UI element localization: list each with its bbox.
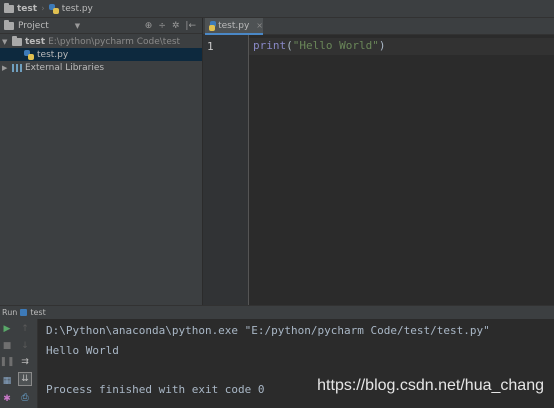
project-panel-header: Project ▼ ⊕ ÷ ✲ |← [0, 18, 202, 34]
stop-icon[interactable]: ■ [0, 339, 14, 353]
breadcrumb-file-label: test.py [61, 3, 93, 14]
project-toolbar: ⊕ ÷ ✲ |← [145, 21, 202, 31]
python-file-icon [209, 20, 217, 31]
tab-label: test.py [218, 20, 250, 31]
breadcrumb-separator: › [41, 3, 45, 14]
python-file-icon [48, 3, 59, 14]
project-panel: Project ▼ ⊕ ÷ ✲ |← ▼ test E:\python\pych… [0, 18, 203, 305]
code-paren-open: ( [286, 39, 293, 52]
tree-item-test[interactable]: ▼ test E:\python\pycharm Code\test [0, 35, 202, 48]
run-config-name[interactable]: test [30, 308, 45, 317]
soft-wrap-icon[interactable]: ⇉ [18, 355, 32, 369]
debug-icon[interactable]: ✱ [0, 392, 14, 406]
up-arrow-icon[interactable]: ↑ [18, 322, 32, 336]
project-view-icon [4, 19, 14, 30]
hide-icon[interactable]: |← [185, 21, 196, 31]
code-line[interactable]: print("Hello World") [253, 39, 385, 52]
library-icon [12, 63, 22, 72]
folder-icon [12, 35, 22, 46]
python-file-icon [24, 49, 34, 60]
console-command-line: D:\Python\anaconda\python.exe "E:/python… [46, 324, 490, 337]
close-icon[interactable]: × [256, 21, 263, 30]
console-output-line: Hello World [46, 344, 119, 357]
run-console[interactable]: D:\Python\anaconda\python.exe "E:/python… [38, 319, 554, 408]
python-run-config-icon [20, 309, 28, 316]
tab-test-py[interactable]: test.py × [205, 18, 263, 35]
code-function: print [253, 39, 287, 52]
down-arrow-icon[interactable]: ↓ [18, 339, 32, 353]
pause-icon[interactable]: ❚❚ [0, 355, 15, 369]
tree-item-test-py[interactable]: test.py [0, 48, 202, 61]
watermark: https://blog.csdn.net/hua_chang [317, 377, 544, 394]
scroll-to-end-icon[interactable]: ⇊ [18, 372, 32, 386]
breadcrumb-project-label: test [17, 3, 38, 14]
chevron-down-icon[interactable]: ▼ [75, 22, 80, 30]
tree-item-label: External Libraries [25, 62, 105, 73]
gear-icon[interactable]: ✲ [172, 21, 180, 31]
navigation-bar: test › test.py [0, 0, 554, 18]
run-panel-header: Run test [0, 305, 554, 319]
breadcrumb-file[interactable]: test.py [48, 3, 93, 14]
code-paren-close: ) [378, 39, 386, 52]
tree-item-path: E:\python\pycharm Code\test [48, 36, 181, 47]
tree-item-label: test.py [37, 49, 69, 60]
code-string: "Hello World" [292, 39, 379, 52]
target-icon[interactable]: ⊕ [145, 21, 153, 31]
console-exit-line: Process finished with exit code 0 [46, 383, 265, 396]
editor-tabs: test.py × [203, 18, 554, 35]
project-tree: ▼ test E:\python\pycharm Code\test test.… [0, 34, 202, 74]
chevron-right-icon[interactable]: ▶ [2, 64, 9, 72]
print-icon[interactable]: ⎙ [18, 391, 32, 405]
editor-gutter: 1 [203, 35, 249, 305]
breadcrumb-project[interactable]: test [4, 2, 38, 14]
chevron-down-icon[interactable]: ▼ [2, 38, 9, 46]
line-number: 1 [207, 40, 214, 53]
tree-item-external-libraries[interactable]: ▶ External Libraries [0, 61, 202, 74]
rerun-icon[interactable]: ▶ [0, 322, 14, 336]
folder-icon [4, 2, 14, 13]
project-view-selector[interactable]: Project [18, 21, 49, 31]
run-panel-title: Run [2, 308, 18, 317]
code-editor[interactable]: print("Hello World") [249, 35, 554, 305]
tree-item-label: test [25, 36, 46, 47]
run-toolbar: ▶ ↑ ■ ↓ ❚❚ ⇉ ▦ ⇊ ✱ ⎙ [0, 319, 38, 408]
collapse-all-icon[interactable]: ÷ [158, 21, 166, 31]
restore-layout-icon[interactable]: ▦ [0, 374, 14, 388]
